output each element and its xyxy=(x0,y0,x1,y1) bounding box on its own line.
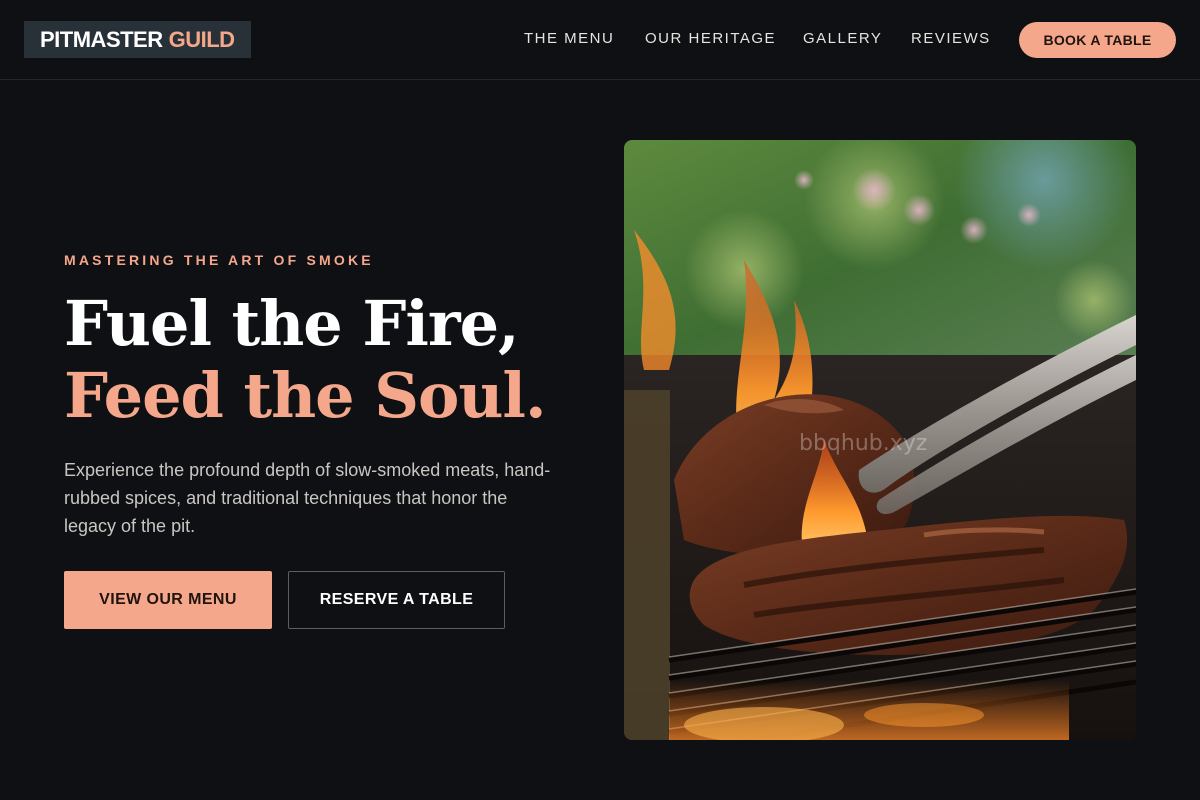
headline-line-2: Feed the Soul. xyxy=(64,359,547,432)
hero-description: Experience the profound depth of slow-sm… xyxy=(64,460,551,536)
hero-grill-image: bbqhub.xyz xyxy=(624,140,1136,740)
nav-link-gallery[interactable]: GALLERY xyxy=(803,30,882,47)
nav-link-reviews[interactable]: REVIEWS xyxy=(911,30,991,47)
headline-line-1: Fuel the Fire, xyxy=(64,287,520,360)
nav-link-our-heritage[interactable]: OUR HERITAGE xyxy=(645,30,776,47)
view-our-menu-button[interactable]: VIEW OUR MENU xyxy=(64,571,272,629)
reserve-a-table-button[interactable]: RESERVE A TABLE xyxy=(288,571,505,629)
book-a-table-button[interactable]: BOOK A TABLE xyxy=(1019,22,1176,58)
top-navigation: PITMASTER GUILD THE MENU OUR HERITAGE GA… xyxy=(0,0,1200,80)
hero-headline: Fuel the Fire, Feed the Soul. xyxy=(64,287,547,432)
grilled-steak-photo: bbqhub.xyz xyxy=(624,140,1136,740)
nav-link-the-menu[interactable]: THE MENU xyxy=(524,30,614,47)
hero-eyebrow: MASTERING THE ART OF SMOKE xyxy=(64,252,374,268)
image-watermark: bbqhub.xyz xyxy=(799,431,927,456)
